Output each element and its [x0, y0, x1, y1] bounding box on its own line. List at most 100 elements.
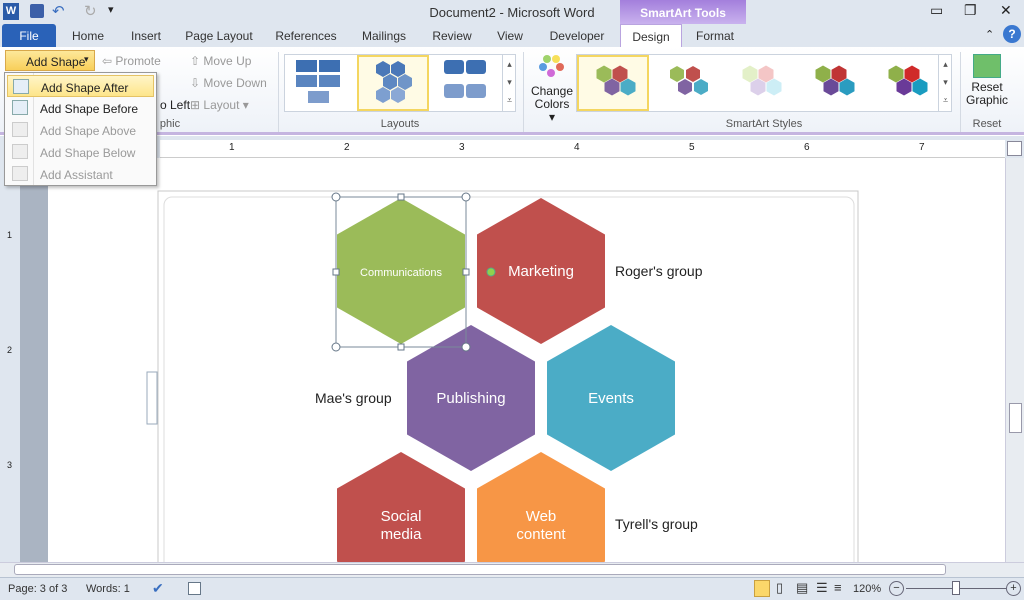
style-thumbnail[interactable] — [815, 65, 855, 96]
smartart-tools-label: SmartArt Tools — [620, 0, 746, 24]
menu-label: Add Shape After — [41, 81, 129, 95]
menu-item-add-shape-below[interactable]: Add Shape Below — [7, 141, 154, 163]
tab-format[interactable]: Format — [688, 24, 742, 47]
smartart-shape[interactable]: Webcontent — [477, 452, 605, 562]
menu-label: Add Shape Below — [40, 146, 136, 160]
menu-item-add-assistant[interactable]: Add Assistant — [7, 163, 154, 185]
tab-mailings[interactable]: Mailings — [356, 24, 412, 47]
smartart-shape[interactable]: Communications — [337, 198, 465, 344]
divider — [278, 52, 279, 132]
style-thumbnail[interactable] — [742, 65, 782, 96]
right-to-left-button[interactable]: o Left — [160, 98, 190, 112]
menu-label: Add Shape Before — [40, 102, 139, 116]
add-shape-before-icon — [12, 100, 28, 115]
style-thumbnail[interactable] — [669, 64, 709, 97]
hexagon[interactable] — [337, 452, 465, 562]
layout-button[interactable]: ⊞ Layout ▾ — [190, 98, 249, 112]
group-label-roger[interactable]: Roger's group — [615, 263, 703, 279]
smartart-shape[interactable]: Marketing — [477, 198, 605, 344]
resize-handle[interactable] — [331, 192, 341, 202]
text-pane-toggle[interactable] — [146, 371, 158, 425]
resize-handle[interactable] — [462, 268, 470, 276]
layout-option-1[interactable] — [296, 60, 344, 106]
full-screen-reading-icon[interactable]: ▯ — [776, 580, 783, 596]
layouts-group-label: Layouts — [380, 118, 420, 130]
style-thumbnail[interactable] — [596, 65, 636, 96]
tab-design[interactable]: Design — [620, 24, 682, 47]
macro-icon[interactable] — [188, 582, 201, 595]
ruler-number: 4 — [574, 142, 580, 153]
resize-handle[interactable] — [397, 193, 405, 201]
resize-handle[interactable] — [461, 192, 471, 202]
shape-text: Marketing — [508, 263, 574, 280]
change-colors-label-1: Change — [530, 84, 574, 98]
change-colors-button[interactable]: Change Colors ▾ — [530, 52, 574, 124]
resize-handle[interactable] — [331, 342, 341, 352]
tab-file[interactable]: File — [2, 24, 56, 47]
help-icon[interactable]: ? — [1003, 25, 1021, 43]
menu-item-add-shape-above[interactable]: Add Shape Above — [7, 119, 154, 141]
proofing-icon[interactable]: ✔ — [152, 580, 164, 597]
resize-handle[interactable] — [332, 268, 340, 276]
zoom-out-button[interactable]: − — [889, 581, 904, 596]
create-graphic-group-label: phic — [159, 118, 181, 130]
tab-view[interactable]: View — [490, 24, 530, 47]
minimize-button[interactable]: ▭ — [930, 2, 943, 19]
layout-option-hexagon-selected[interactable] — [357, 55, 429, 111]
shape-text: media — [381, 526, 423, 543]
restore-button[interactable]: ❐ — [964, 2, 977, 19]
tab-home[interactable]: Home — [66, 24, 110, 47]
add-assistant-icon — [12, 166, 28, 181]
add-shape-label: Add Shape — [26, 55, 86, 69]
minimize-ribbon-icon[interactable]: ⌃ — [985, 28, 994, 41]
shape-text: Events — [588, 390, 634, 407]
vertical-scrollbar[interactable] — [1005, 158, 1024, 562]
hexagon[interactable] — [477, 452, 605, 562]
smartart-canvas[interactable]: Communications Marketing Publishing Events S… — [0, 158, 1005, 562]
zoom-in-button[interactable]: + — [1006, 581, 1021, 596]
group-label-tyrell[interactable]: Tyrell's group — [615, 516, 698, 532]
smartart-shape[interactable]: Socialmedia — [337, 452, 465, 562]
layout-label: Layout — [203, 98, 240, 112]
tab-references[interactable]: References — [272, 24, 340, 47]
horizontal-ruler[interactable]: 1 2 3 4 5 6 7 — [160, 140, 1005, 158]
tab-page-layout[interactable]: Page Layout — [182, 24, 256, 47]
layout-option-3[interactable] — [444, 60, 488, 100]
close-button[interactable]: ✕ — [1000, 2, 1012, 19]
add-shape-above-icon — [12, 122, 28, 137]
reset-label-1: Reset — [971, 80, 1003, 94]
zoom-level[interactable]: 120% — [853, 583, 881, 595]
shape-text: Communications — [360, 267, 442, 279]
adjust-handle[interactable] — [486, 267, 496, 277]
menu-item-add-shape-before[interactable]: Add Shape Before — [7, 97, 154, 119]
reset-graphic-button[interactable]: Reset Graphic — [963, 52, 1011, 116]
draft-view-icon[interactable]: ≡ — [834, 580, 842, 595]
menu-item-add-shape-after[interactable]: Add Shape After — [7, 75, 154, 97]
styles-scroll[interactable]: ▴ ▾ ⩡ — [938, 55, 952, 111]
chevron-down-icon[interactable]: ▾ — [84, 54, 89, 65]
print-layout-view-icon[interactable] — [754, 580, 770, 597]
layouts-scroll[interactable]: ▴ ▾ ⩡ — [502, 55, 516, 111]
move-up-button[interactable]: ⇧ Move Up — [190, 54, 251, 68]
zoom-slider-thumb[interactable] — [952, 581, 960, 595]
color-palette-icon — [539, 55, 564, 77]
resize-handle[interactable] — [397, 343, 405, 351]
group-label-mae[interactable]: Mae's group — [315, 390, 392, 406]
resize-handle[interactable] — [461, 342, 471, 352]
add-shape-button[interactable]: Add Shape ▾ — [5, 50, 95, 71]
tab-review[interactable]: Review — [428, 24, 476, 47]
view-ruler-button[interactable] — [1007, 141, 1022, 156]
move-down-button[interactable]: ⇩ Move Down — [190, 76, 267, 90]
style-thumbnail[interactable] — [888, 65, 928, 96]
smartart-shape[interactable]: Events — [547, 325, 675, 471]
tab-insert[interactable]: Insert — [124, 24, 168, 47]
page-count[interactable]: Page: 3 of 3 — [8, 583, 67, 595]
horizontal-scrollbar[interactable] — [0, 562, 1024, 577]
web-layout-icon[interactable]: ▤ — [796, 580, 808, 596]
hscroll-thumb[interactable] — [14, 564, 946, 575]
outline-view-icon[interactable]: ☰ — [816, 580, 828, 596]
promote-button[interactable]: ⇦ Promote — [102, 54, 161, 68]
tab-developer[interactable]: Developer — [544, 24, 610, 47]
scroll-thumb[interactable] — [1009, 403, 1022, 433]
word-count[interactable]: Words: 1 — [86, 583, 130, 595]
